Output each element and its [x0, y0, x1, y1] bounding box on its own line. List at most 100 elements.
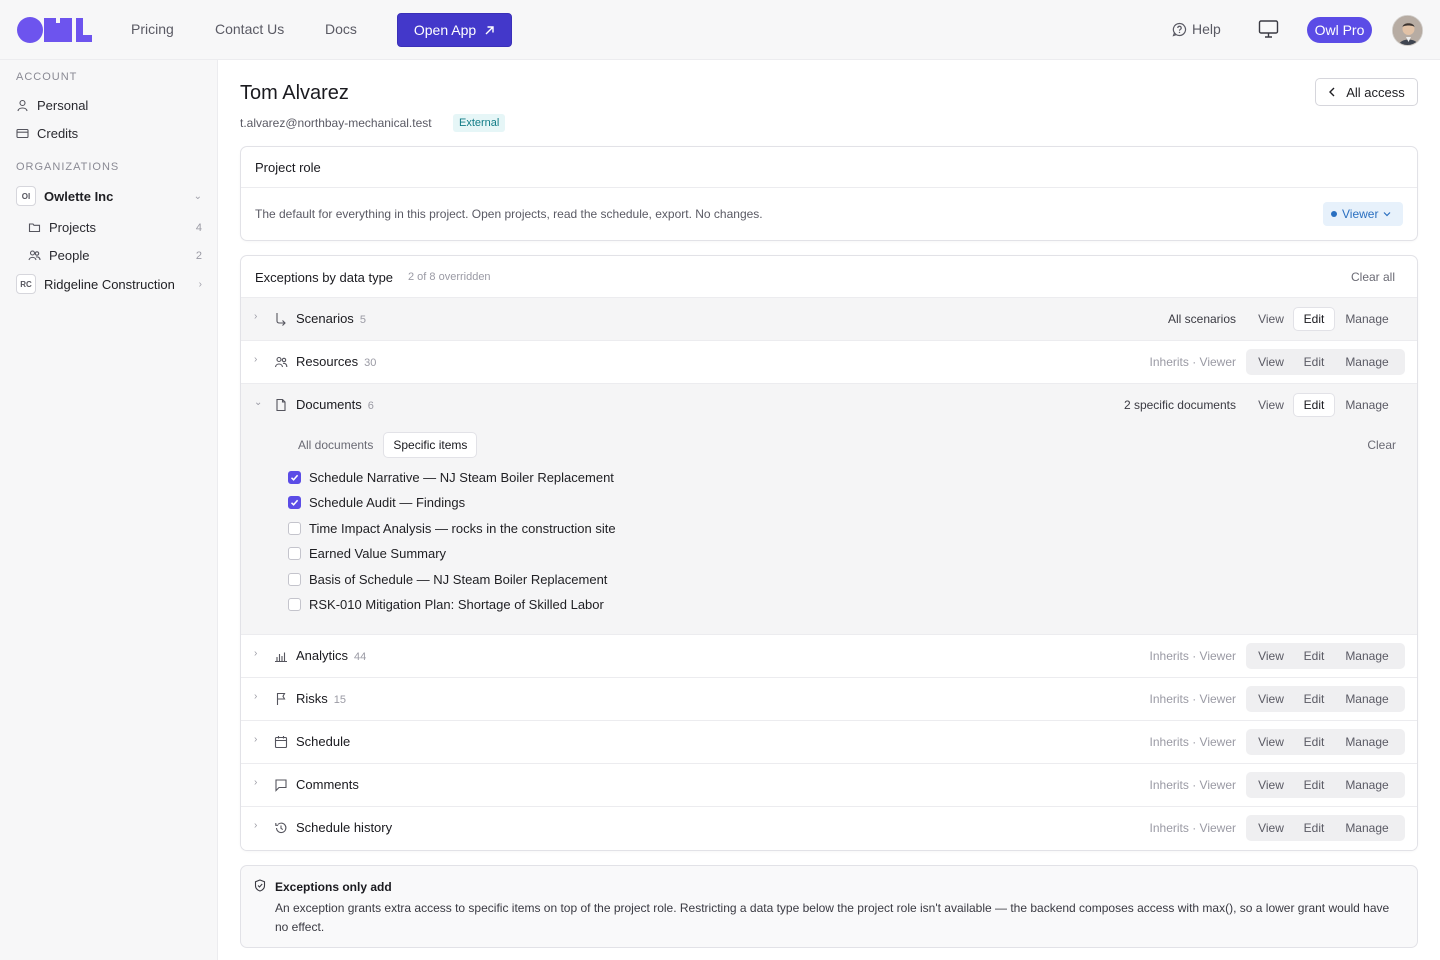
document-item[interactable]: RSK-010 Mitigation Plan: Shortage of Ski…: [288, 597, 604, 612]
level-manage-button[interactable]: Manage: [1334, 351, 1400, 373]
level-edit-button[interactable]: Edit: [1294, 308, 1334, 330]
level-view-button[interactable]: View: [1248, 731, 1294, 753]
chevron-right-icon[interactable]: ›: [254, 691, 264, 702]
row-schedule[interactable]: › Schedule Inherits · Viewer View Edit M…: [241, 721, 1417, 764]
nav-contact-us[interactable]: Contact Us: [215, 21, 284, 37]
open-app-button[interactable]: Open App: [397, 13, 512, 47]
clear-all-button[interactable]: Clear all: [1351, 270, 1395, 284]
checkbox-unchecked[interactable]: [288, 573, 301, 586]
chevron-down-icon: ⌄: [193, 190, 202, 202]
chevron-right-icon: ›: [198, 278, 202, 290]
checkbox-unchecked[interactable]: [288, 547, 301, 560]
level-manage-button[interactable]: Manage: [1334, 817, 1400, 839]
level-view-button[interactable]: View: [1248, 308, 1294, 330]
all-access-button[interactable]: All access: [1315, 78, 1418, 106]
level-manage-button[interactable]: Manage: [1334, 645, 1400, 667]
access-level-selector: View Edit Manage: [1246, 772, 1405, 798]
chevron-right-icon[interactable]: ›: [254, 354, 264, 365]
sidebar-item-label: Personal: [37, 98, 89, 113]
row-count: 30: [364, 357, 377, 369]
chevron-left-icon: [1329, 87, 1335, 97]
level-edit-button[interactable]: Edit: [1294, 774, 1334, 796]
document-icon: [276, 398, 286, 412]
document-item[interactable]: Schedule Narrative — NJ Steam Boiler Rep…: [288, 470, 614, 485]
status-dot-icon: [1331, 211, 1337, 217]
chevron-down-icon: [1384, 212, 1391, 217]
help-button[interactable]: Help: [1172, 21, 1221, 37]
account-section-label: ACCOUNT: [16, 71, 78, 83]
document-item[interactable]: Time Impact Analysis — rocks in the cons…: [288, 521, 616, 536]
org-owlette-inc[interactable]: OI Owlette Inc ⌄: [16, 186, 202, 206]
row-status: 2 specific documents: [1123, 398, 1236, 412]
chevron-right-icon[interactable]: ›: [254, 777, 264, 788]
checkbox-checked[interactable]: [288, 496, 301, 509]
user-avatar[interactable]: [1392, 15, 1423, 46]
checkbox-unchecked[interactable]: [288, 522, 301, 535]
bar-chart-icon: [275, 652, 287, 663]
documents-panel: All documents Specific items Clear Sched…: [241, 427, 1417, 635]
level-manage-button[interactable]: Manage: [1334, 394, 1400, 416]
sidebar-item-projects[interactable]: Projects 4: [28, 220, 202, 235]
plan-badge[interactable]: Owl Pro: [1307, 17, 1372, 43]
level-edit-button[interactable]: Edit: [1294, 817, 1334, 839]
row-label: Resources 30: [296, 354, 377, 369]
sidebar-item-credits[interactable]: Credits: [16, 126, 78, 141]
nav-docs[interactable]: Docs: [325, 21, 357, 37]
level-manage-button[interactable]: Manage: [1334, 308, 1400, 330]
level-manage-button[interactable]: Manage: [1334, 731, 1400, 753]
tab-all-documents[interactable]: All documents: [289, 433, 382, 457]
level-manage-button[interactable]: Manage: [1334, 774, 1400, 796]
org-name: Owlette Inc: [44, 188, 114, 204]
row-label: Analytics 44: [296, 648, 367, 663]
owl-logo[interactable]: [16, 15, 92, 45]
branch-arrow-icon: [276, 313, 286, 326]
sidebar-item-people[interactable]: People 2: [28, 248, 202, 263]
sidebar-item-label: Projects: [49, 220, 96, 235]
document-item-label: Schedule Audit — Findings: [309, 495, 466, 510]
comment-icon: [275, 779, 287, 792]
level-edit-button[interactable]: Edit: [1294, 351, 1334, 373]
level-manage-button[interactable]: Manage: [1334, 688, 1400, 710]
row-documents[interactable]: ⌄ Documents 6 2 specific documents View E…: [241, 384, 1417, 427]
chevron-right-icon[interactable]: ›: [254, 648, 264, 659]
row-label: Scenarios 5: [296, 311, 366, 326]
row-schedule-history[interactable]: › Schedule history Inherits · Viewer Vie…: [241, 807, 1417, 850]
level-view-button[interactable]: View: [1248, 351, 1294, 373]
checkbox-unchecked[interactable]: [288, 598, 301, 611]
level-view-button[interactable]: View: [1248, 394, 1294, 416]
chevron-right-icon[interactable]: ›: [254, 734, 264, 745]
sidebar-item-personal[interactable]: Personal: [16, 98, 88, 113]
clear-documents-button[interactable]: Clear: [1367, 438, 1396, 452]
document-item[interactable]: Earned Value Summary: [288, 546, 446, 561]
level-view-button[interactable]: View: [1248, 774, 1294, 796]
organizations-section-label: ORGANIZATIONS: [16, 161, 120, 173]
row-status: Inherits · Viewer: [1149, 821, 1236, 835]
row-resources[interactable]: › Resources 30 Inherits · Viewer View Edi…: [241, 341, 1417, 384]
level-view-button[interactable]: View: [1248, 645, 1294, 667]
level-view-button[interactable]: View: [1248, 688, 1294, 710]
org-ridgeline-construction[interactable]: RC Ridgeline Construction ›: [16, 274, 202, 294]
level-view-button[interactable]: View: [1248, 817, 1294, 839]
documents-scope-tabs: All documents Specific items: [289, 433, 477, 457]
chevron-right-icon[interactable]: ›: [254, 820, 264, 831]
role-select[interactable]: Viewer: [1323, 202, 1403, 226]
chevron-right-icon[interactable]: ›: [254, 311, 264, 322]
level-edit-button[interactable]: Edit: [1294, 731, 1334, 753]
help-icon: [1172, 22, 1187, 36]
tab-specific-items[interactable]: Specific items: [384, 433, 477, 457]
level-edit-button[interactable]: Edit: [1294, 645, 1334, 667]
checkbox-checked[interactable]: [288, 471, 301, 484]
row-risks[interactable]: › Risks 15 Inherits · Viewer View Edit Ma…: [241, 678, 1417, 721]
level-edit-button[interactable]: Edit: [1294, 688, 1334, 710]
nav-pricing[interactable]: Pricing: [131, 21, 174, 37]
row-comments[interactable]: › Comments Inherits · Viewer View Edit M…: [241, 764, 1417, 807]
row-label: Schedule: [296, 734, 351, 749]
chevron-down-icon[interactable]: ⌄: [254, 397, 264, 408]
row-scenarios[interactable]: › Scenarios 5 All scenarios View Edit Man…: [241, 298, 1417, 341]
level-edit-button[interactable]: Edit: [1294, 394, 1334, 416]
row-analytics[interactable]: › Analytics 44 Inherits · Viewer View Edi…: [241, 635, 1417, 678]
user-email: t.alvarez@northbay-mechanical.test: [240, 116, 432, 130]
document-item[interactable]: Schedule Audit — Findings: [288, 495, 465, 510]
document-item[interactable]: Basis of Schedule — NJ Steam Boiler Repl…: [288, 572, 607, 587]
monitor-icon[interactable]: [1258, 19, 1279, 39]
